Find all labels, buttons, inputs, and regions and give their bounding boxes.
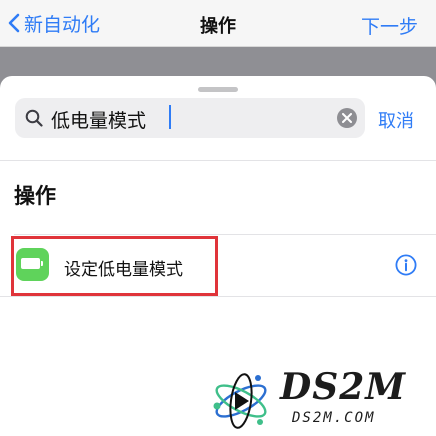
next-button[interactable]: 下一步 xyxy=(361,12,418,39)
clear-search-button[interactable] xyxy=(337,108,357,128)
divider xyxy=(0,160,436,161)
divider xyxy=(0,296,436,297)
search-input[interactable]: 低电量模式 xyxy=(15,98,365,138)
watermark-text: DS2M xyxy=(280,366,407,408)
info-icon[interactable] xyxy=(395,254,417,276)
text-caret xyxy=(169,105,171,129)
watermark-logo-icon xyxy=(213,373,267,429)
divider xyxy=(14,234,436,235)
search-icon xyxy=(25,109,43,127)
search-row: 低电量模式 取消 xyxy=(0,98,436,144)
cancel-button[interactable]: 取消 xyxy=(378,107,414,133)
sheet-grabber[interactable] xyxy=(198,87,238,92)
watermark: DS2M DS2M.COM xyxy=(200,366,436,436)
section-title: 操作 xyxy=(14,184,56,208)
search-input-value: 低电量模式 xyxy=(51,110,147,132)
watermark-subtext: DS2M.COM xyxy=(292,410,376,426)
highlight-box xyxy=(11,236,218,296)
close-icon xyxy=(342,113,352,123)
navigation-bar: 新自动化 操作 下一步 xyxy=(0,0,436,47)
action-sheet: 低电量模式 取消 操作 设定低电量模式 DS2M DS2M.COM xyxy=(0,76,436,436)
